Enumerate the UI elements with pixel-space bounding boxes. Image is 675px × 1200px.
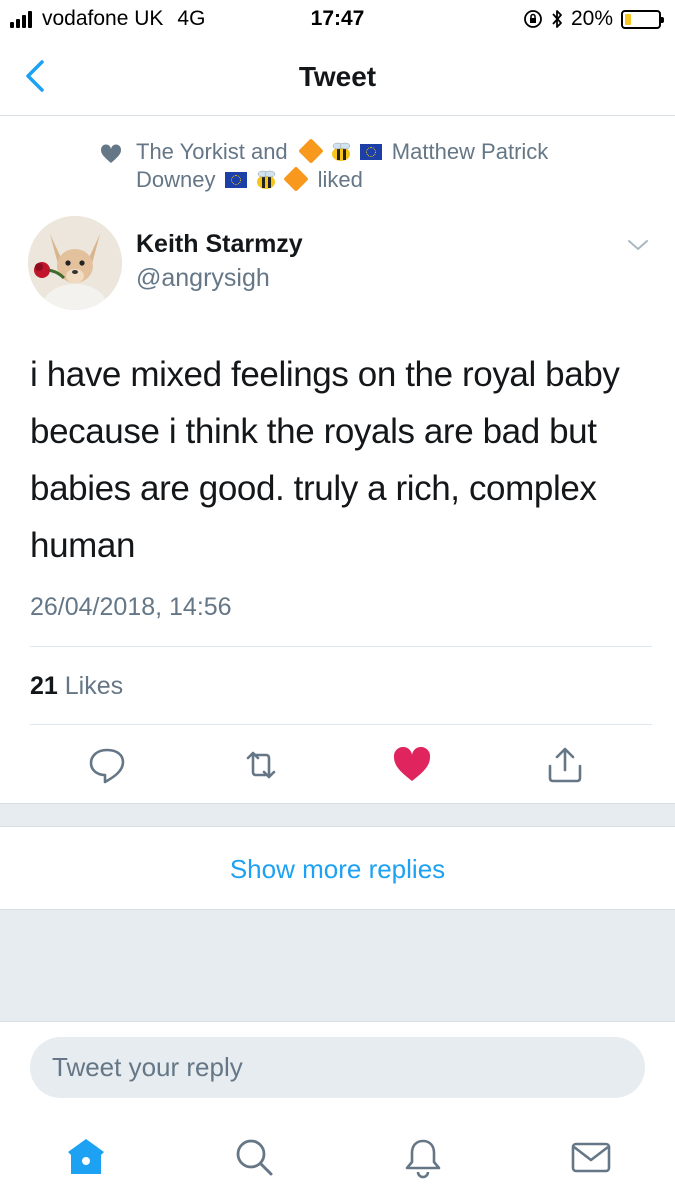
bee-emoji [257, 170, 276, 189]
divider [30, 646, 652, 647]
section-separator [0, 803, 675, 827]
reply-input[interactable] [30, 1037, 645, 1098]
liker-name-one[interactable]: The Yorkist and [136, 139, 288, 164]
chevron-down-icon[interactable] [626, 236, 650, 254]
status-bar: vodafone UK 4G 17:47 20% [0, 0, 675, 40]
heart-icon [100, 144, 122, 163]
battery-icon [621, 9, 664, 29]
messages-icon[interactable] [569, 1135, 613, 1179]
divider [30, 724, 652, 725]
empty-replies-area [0, 910, 675, 1021]
reply-icon[interactable] [86, 744, 128, 786]
tweet-timestamp: 26/04/2018, 14:56 [30, 593, 232, 621]
likes-stat[interactable]: 21 Likes [30, 672, 123, 701]
like-icon[interactable] [391, 744, 433, 786]
likes-label: Likes [64, 672, 124, 700]
share-icon[interactable] [544, 744, 586, 786]
orange-diamond-emoji [283, 166, 310, 192]
notifications-icon[interactable] [401, 1135, 445, 1179]
reply-bar [0, 1021, 675, 1117]
avatar-dog-image [28, 216, 122, 310]
page-title: Tweet [298, 61, 377, 92]
avatar[interactable] [28, 216, 122, 310]
retweet-icon[interactable] [240, 744, 282, 786]
search-icon[interactable] [232, 1135, 276, 1179]
author-name[interactable]: Keith Starmzy [136, 230, 303, 259]
tab-bar [0, 1117, 675, 1200]
orange-diamond-emoji [297, 138, 324, 164]
eu-flag-emoji [225, 172, 248, 188]
bee-emoji [331, 142, 350, 161]
nav-bar: Tweet [0, 40, 675, 116]
battery-percent: 20% [570, 7, 613, 30]
likes-count: 21 [30, 672, 58, 700]
liker-name-two-part-two[interactable]: Downey [136, 167, 215, 192]
show-more-replies-button[interactable]: Show more replies [0, 826, 675, 910]
tweet-text: i have mixed feelings on the royal baby … [30, 355, 620, 565]
social-action-label: liked [317, 167, 363, 192]
bluetooth-icon [552, 10, 562, 28]
status-right: 20% [523, 7, 664, 31]
author-handle[interactable]: @angrysigh [136, 264, 270, 293]
home-icon[interactable] [64, 1135, 108, 1179]
eu-flag-emoji [359, 144, 382, 160]
orientation-lock-icon [524, 10, 542, 28]
liker-name-two-part-one[interactable]: Matthew Patrick [392, 139, 549, 164]
social-context: The Yorkist and Matthew Patrick Downey l… [136, 138, 656, 194]
